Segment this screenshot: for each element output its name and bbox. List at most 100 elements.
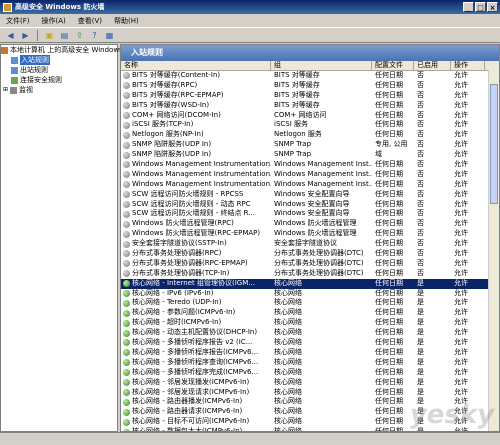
column-header-action[interactable]: 操作 bbox=[451, 61, 485, 70]
column-header-group[interactable]: 组 bbox=[271, 61, 372, 70]
rule-name-text: BITS 对等缓存(RPC) bbox=[132, 80, 198, 89]
table-row[interactable]: BITS 对等缓存(RPC-EPMAP) BITS 对等缓存 任何日期 否 允许 bbox=[121, 91, 499, 101]
table-row[interactable]: COM+ 网络访问(DCOM-In) COM+ 网络访问 任何日期 否 允许 bbox=[121, 111, 499, 121]
table-row[interactable]: 核心网络 - 动态主机配置协议(DHCP-In) 核心网络 任何日期 是 允许 bbox=[121, 328, 499, 338]
rule-group-cell: Windows 安全配置向导 bbox=[274, 189, 350, 198]
rule-action-cell: 允许 bbox=[454, 328, 468, 337]
rule-name-text: 核心网络 - Teredo (UDP-In) bbox=[132, 298, 222, 307]
rule-enabled-cell: 否 bbox=[417, 229, 424, 238]
table-row[interactable]: 分布式事务处理协调器(RPC) 分布式事务处理协调器(DTC) 任何日期 否 允许 bbox=[121, 249, 499, 259]
disabled-rule-icon bbox=[123, 151, 130, 159]
rule-group-cell: 分布式事务处理协调器(DTC) bbox=[274, 258, 364, 267]
show-hide-tree-icon[interactable]: ▤ bbox=[58, 29, 71, 41]
rule-group-cell: 安全套接字隧道协议 bbox=[274, 239, 337, 248]
table-row[interactable]: SCW 远程访问防火墙规则 - 动态 RPC Windows 安全配置向导 任何日期… bbox=[121, 200, 499, 210]
table-row[interactable]: 核心网络 - 多播侦听程序报告 v2 (IC... 核心网络 任何日期 是 允许 bbox=[121, 338, 499, 348]
help-icon[interactable]: ? bbox=[88, 29, 101, 41]
table-row[interactable]: SNMP 陷阱服务(UDP In) SNMP Trap 专用, 公用否 允许 bbox=[121, 140, 499, 150]
rule-action-cell: 允许 bbox=[454, 407, 468, 416]
disabled-rule-icon bbox=[123, 260, 130, 268]
table-row[interactable]: 核心网络 - Teredo (UDP-In) 核心网络 任何日期 是 允许 bbox=[121, 298, 499, 308]
table-row[interactable]: BITS 对等缓存(Content-In) BITS 对等缓存 任何日期 否 允许 bbox=[121, 71, 499, 81]
rule-action-cell: 允许 bbox=[454, 80, 468, 89]
rule-profile-cell: 任何日期 bbox=[375, 249, 403, 258]
menu-help[interactable]: 帮助(H) bbox=[114, 16, 139, 26]
table-row[interactable]: 核心网络 - 多播侦听程序查询(ICMPv6... 核心网络 任何日期 是 允许 bbox=[121, 358, 499, 368]
table-row[interactable]: 分布式事务处理协调器(TCP-In) 分布式事务处理协调器(DTC) 任何日期 否 允许 bbox=[121, 269, 499, 279]
minimize-button[interactable]: _ bbox=[463, 2, 474, 12]
tree-item-outbound-rules[interactable]: 出站规则 bbox=[1, 65, 117, 75]
table-row[interactable]: Netlogon 服务(NP-In) Netlogon 服务 任何日期 否 允许 bbox=[121, 130, 499, 140]
tree-item-monitoring[interactable]: ⊞ 监视 bbox=[1, 85, 117, 95]
tree-root[interactable]: 本地计算机 上的高级安全 Windows bbox=[1, 45, 123, 55]
table-row[interactable]: BITS 对等缓存(RPC) BITS 对等缓存 任何日期 否 允许 bbox=[121, 81, 499, 91]
disabled-rule-icon bbox=[123, 82, 130, 90]
disabled-rule-icon bbox=[123, 161, 130, 169]
rule-group-cell: 核心网络 bbox=[274, 298, 302, 307]
rule-action-cell: 允许 bbox=[454, 338, 468, 347]
table-row[interactable]: 安全套接字隧道协议(SSTP-In) 安全套接字隧道协议 任何日期 否 允许 bbox=[121, 239, 499, 249]
table-row[interactable]: Windows 防火墙远程管理(RPC) Windows 防火墙远程管理 任何日期 否… bbox=[121, 219, 499, 229]
menu-action[interactable]: 操作(A) bbox=[42, 16, 66, 26]
column-header-enabled[interactable]: 已启用 bbox=[414, 61, 451, 70]
tree-item-connection-security-rules[interactable]: 连接安全规则 bbox=[1, 75, 117, 85]
menu-file[interactable]: 文件(F) bbox=[6, 16, 30, 26]
close-button[interactable]: × bbox=[487, 2, 498, 12]
rule-profile-cell: 任何日期 bbox=[375, 308, 403, 317]
table-row[interactable]: Windows 防火墙远程管理(RPC-EPMAP) Windows 防火墙远程管… bbox=[121, 229, 499, 239]
rule-name-text: BITS 对等缓存(RPC-EPMAP) bbox=[132, 90, 224, 99]
column-header-name[interactable]: 名称 bbox=[121, 61, 271, 70]
vertical-scrollbar[interactable] bbox=[488, 70, 499, 431]
table-row[interactable]: 核心网络 - 参数问题(ICMPv6-In) 核心网络 任何日期 是 允许 bbox=[121, 308, 499, 318]
table-row[interactable]: Windows Management Instrumentation... Win… bbox=[121, 160, 499, 170]
toolbar: ◀ ▶ ▣ ▤ ⇪ ? ▦ bbox=[0, 27, 500, 43]
rule-name-cell: 核心网络 - 多播侦听程序完成(ICMPv6... bbox=[121, 368, 271, 378]
rule-name-text: 核心网络 - 动态主机配置协议(DHCP-In) bbox=[132, 328, 258, 337]
rule-group-cell: Windows Management Inst... bbox=[274, 179, 372, 188]
disabled-rule-icon bbox=[123, 121, 130, 129]
rule-name-text: SNMP 陷阱服务(UDP In) bbox=[132, 140, 212, 149]
rule-enabled-cell: 否 bbox=[417, 179, 424, 188]
rule-enabled-cell: 是 bbox=[417, 397, 424, 406]
scrollbar-thumb[interactable] bbox=[490, 84, 498, 204]
rule-group-cell: iSCSI 服务 bbox=[274, 120, 309, 129]
table-row[interactable]: 核心网络 - Internet 组管理协议(IGM... 核心网络 任何日期 是 允许 bbox=[121, 278, 499, 289]
tree-item-inbound-rules[interactable]: 入站规则 bbox=[1, 55, 117, 65]
table-row[interactable]: 核心网络 - 邻居发现播发(ICMPv6-In) 核心网络 任何日期 是 允许 bbox=[121, 378, 499, 388]
rule-profile-cell: 任何日期 bbox=[375, 80, 403, 89]
properties-icon[interactable]: ▦ bbox=[103, 29, 116, 41]
table-row[interactable]: 核心网络 - 超时(ICMPv6-In) 核心网络 任何日期 是 允许 bbox=[121, 318, 499, 328]
column-header-profile[interactable]: 配置文件 bbox=[372, 61, 414, 70]
table-row[interactable]: 核心网络 - 多播侦听程序报告(ICMPv6... 核心网络 任何日期 是 允许 bbox=[121, 348, 499, 358]
rule-name-cell: 核心网络 - Internet 组管理协议(IGM... bbox=[121, 279, 271, 289]
up-folder-icon[interactable]: ▣ bbox=[43, 29, 56, 41]
table-row[interactable]: 核心网络 - IPv6 (IPv6-In) 核心网络 任何日期 是 允许 bbox=[121, 289, 499, 299]
rule-group-cell: Windows 防火墙远程管理 bbox=[274, 229, 357, 238]
table-row[interactable]: 核心网络 - 路由器播发(ICMPv6-In) 核心网络 任何日期 是 允许 bbox=[121, 397, 499, 407]
table-row[interactable]: Windows Management Instrumentation... Win… bbox=[121, 170, 499, 180]
table-row[interactable]: iSCSI 服务(TCP-In) iSCSI 服务 任何日期 否 允许 bbox=[121, 120, 499, 130]
rule-name-text: BITS 对等缓存(Content-In) bbox=[132, 71, 221, 79]
rule-name-text: BITS 对等缓存(WSD-In) bbox=[132, 100, 210, 109]
table-row[interactable]: 核心网络 - 目标不可访问(ICMPv6-In) 核心网络 任何日期 是 允许 bbox=[121, 417, 499, 427]
back-icon[interactable]: ◀ bbox=[4, 29, 17, 41]
rule-name-text: Netlogon 服务(NP-In) bbox=[132, 130, 204, 139]
rule-group-cell: 核心网络 bbox=[274, 377, 302, 386]
rule-enabled-cell: 否 bbox=[417, 239, 424, 248]
table-row[interactable]: Windows Management Instrumentation... Win… bbox=[121, 180, 499, 190]
forward-icon[interactable]: ▶ bbox=[19, 29, 32, 41]
maximize-button[interactable]: □ bbox=[475, 2, 486, 12]
table-row[interactable]: 核心网络 - 路由器请求(ICMPv6-In) 核心网络 任何日期 是 允许 bbox=[121, 407, 499, 417]
expand-icon[interactable]: ⊞ bbox=[3, 85, 8, 95]
table-row[interactable]: SCW 远程访问防火墙规则 - 终结点 R... Windows 安全配置向导 任何… bbox=[121, 209, 499, 219]
table-row[interactable]: BITS 对等缓存(WSD-In) BITS 对等缓存 任何日期 否 允许 bbox=[121, 101, 499, 111]
export-list-icon[interactable]: ⇪ bbox=[73, 29, 86, 41]
table-row[interactable]: SNMP 陷阱服务(UDP In) SNMP Trap 域 否 允许 bbox=[121, 150, 499, 160]
menu-view[interactable]: 查看(V) bbox=[78, 16, 102, 26]
table-row[interactable]: 分布式事务处理协调器(RPC-EPMAP) 分布式事务处理协调器(DTC) 任何日期… bbox=[121, 259, 499, 269]
table-row[interactable]: SCW 远程访问防火墙规则 - RPCSS Windows 安全配置向导 任何日期 否… bbox=[121, 190, 499, 200]
rule-action-cell: 允许 bbox=[454, 268, 468, 277]
table-row[interactable]: 核心网络 - 邻居发现请求(ICMPv6-In) 核心网络 任何日期 是 允许 bbox=[121, 388, 499, 398]
rule-action-cell: 允许 bbox=[454, 239, 468, 248]
table-row[interactable]: 核心网络 - 多播侦听程序完成(ICMPv6... 核心网络 任何日期 是 允许 bbox=[121, 368, 499, 378]
